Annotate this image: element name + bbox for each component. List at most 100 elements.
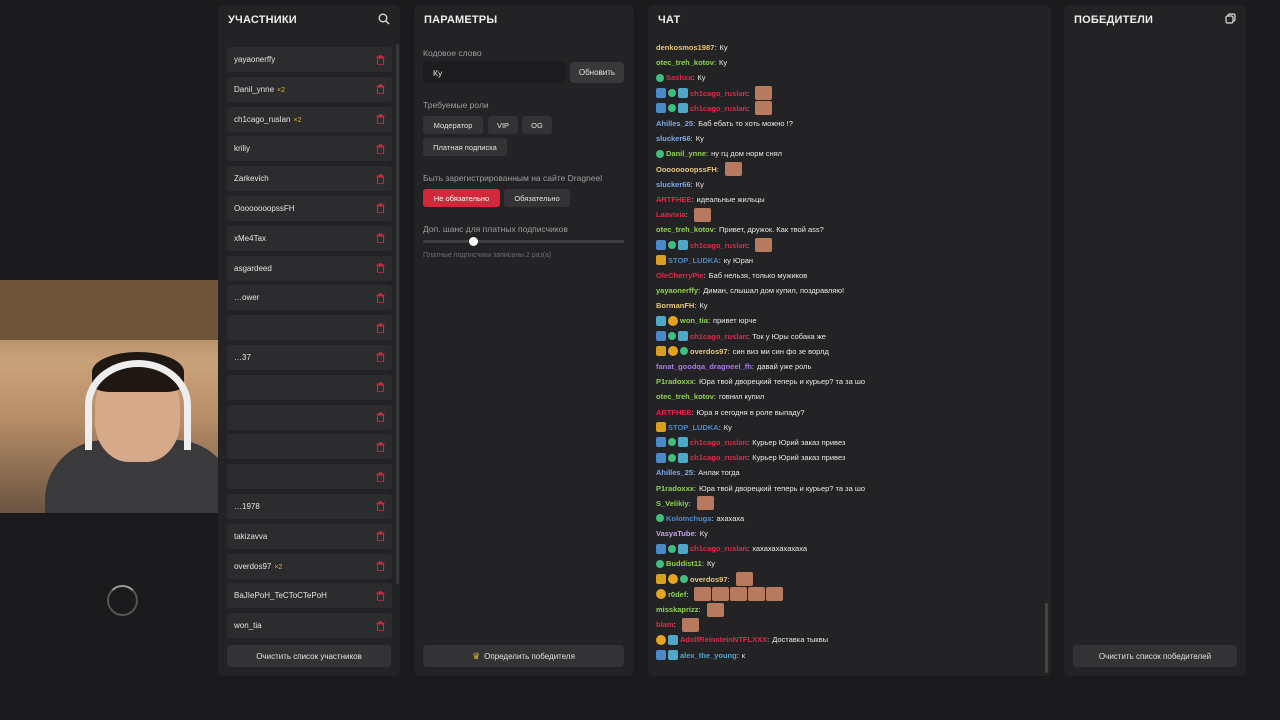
- chat-message: S_Velikiy:: [656, 496, 1048, 511]
- participant-item[interactable]: …ower: [227, 285, 392, 311]
- participant-item[interactable]: [227, 404, 392, 430]
- chat-username[interactable]: ch1cago_ruslan: [690, 241, 747, 250]
- chat-username[interactable]: misskaprizz: [656, 605, 699, 614]
- chat-username[interactable]: STOP_LUDKA: [668, 423, 719, 432]
- chat-username[interactable]: OleCherryPie: [656, 271, 704, 280]
- chat-username[interactable]: ARTFHEE: [656, 408, 691, 417]
- chat-username[interactable]: yayaonerffy: [656, 286, 698, 295]
- chat-username[interactable]: Sashxa: [666, 73, 692, 82]
- chat-username[interactable]: ch1cago_ruslan: [690, 332, 747, 341]
- chat-username[interactable]: alex_the_young: [680, 651, 737, 660]
- trash-icon[interactable]: [376, 352, 385, 363]
- chat-username[interactable]: otec_treh_kotov: [656, 225, 714, 234]
- role-og-chip[interactable]: OG: [522, 116, 552, 134]
- chat-username[interactable]: ch1cago_ruslan: [690, 453, 747, 462]
- participant-item[interactable]: Zarkevich: [227, 166, 392, 192]
- participant-item[interactable]: asgardeed: [227, 255, 392, 281]
- chat-username[interactable]: fanat_goodqa_dragneel_fh: [656, 362, 752, 371]
- chat-username[interactable]: Ahilles_25: [656, 468, 693, 477]
- chat-username[interactable]: ch1cago_ruslan: [690, 438, 747, 447]
- participant-item[interactable]: Danil_ynne ×2: [227, 76, 392, 102]
- update-button[interactable]: Обновить: [570, 62, 624, 83]
- trash-icon[interactable]: [376, 233, 385, 244]
- trash-icon[interactable]: [376, 412, 385, 423]
- participant-item[interactable]: [227, 315, 392, 341]
- chat-username[interactable]: otec_treh_kotov: [656, 58, 714, 67]
- search-icon[interactable]: [378, 13, 390, 28]
- chat-username[interactable]: BormanFH: [656, 301, 694, 310]
- chat-username[interactable]: ch1cago_ruslan: [690, 544, 747, 553]
- chat-username[interactable]: ch1cago_ruslan: [690, 89, 747, 98]
- participant-item[interactable]: [227, 464, 392, 490]
- trash-icon[interactable]: [376, 471, 385, 482]
- trash-icon[interactable]: [376, 442, 385, 452]
- slider-knob[interactable]: [468, 237, 478, 246]
- role-vip-chip[interactable]: VIP: [488, 116, 518, 134]
- trash-icon[interactable]: [376, 203, 385, 214]
- participants-scrollbar[interactable]: [396, 44, 399, 584]
- chat-username[interactable]: ARTFHEE: [656, 195, 691, 204]
- trash-icon[interactable]: [376, 173, 385, 184]
- chat-username[interactable]: Kolomchuga: [666, 514, 711, 523]
- trash-icon[interactable]: [376, 591, 385, 601]
- chat-username[interactable]: ch1cago_ruslan: [690, 104, 747, 113]
- participant-item[interactable]: [227, 434, 392, 460]
- reg-optional-button[interactable]: Не обязательно: [423, 189, 500, 207]
- participant-item[interactable]: won_tia: [227, 613, 392, 639]
- participant-item[interactable]: …1978: [227, 493, 392, 519]
- chat-username[interactable]: AdolfReinsteinNTFLXXX: [680, 635, 767, 644]
- trash-icon[interactable]: [376, 322, 385, 333]
- trash-icon[interactable]: [376, 54, 385, 65]
- participant-item[interactable]: BaJIePoH_TeCToCTePoH: [227, 583, 392, 609]
- copy-icon[interactable]: [1225, 13, 1236, 27]
- chat-username[interactable]: otec_treh_kotov: [656, 392, 714, 401]
- chat-username[interactable]: P1radoxxx: [656, 377, 694, 386]
- clear-winners-button[interactable]: Очистить список победителей: [1073, 645, 1237, 667]
- chat-username[interactable]: r0def: [668, 590, 686, 599]
- chat-username[interactable]: VasyaTube: [656, 529, 695, 538]
- chat-username[interactable]: slucker66: [656, 180, 691, 189]
- chat-username[interactable]: Danil_ynne: [666, 149, 706, 158]
- bonus-chance-slider[interactable]: [423, 237, 624, 246]
- chat-username[interactable]: won_tia: [680, 316, 708, 325]
- chat-username[interactable]: OooooooopssFH: [656, 165, 717, 174]
- chat-username[interactable]: P1radoxxx: [656, 484, 694, 493]
- participant-item[interactable]: yayaonerffy: [227, 47, 392, 72]
- chat-username[interactable]: STOP_LUDKA: [668, 256, 719, 265]
- trash-icon[interactable]: [376, 293, 385, 303]
- trash-icon[interactable]: [376, 84, 385, 95]
- pick-winner-button[interactable]: ♛ Определить победителя: [423, 645, 624, 667]
- participant-item[interactable]: OooooooopssFH: [227, 195, 392, 221]
- role-moderator-chip[interactable]: Модератор: [423, 116, 483, 134]
- participant-item[interactable]: takizavva: [227, 523, 392, 549]
- trash-icon[interactable]: [376, 114, 385, 125]
- chat-username[interactable]: overdos97: [690, 575, 728, 584]
- chat-username[interactable]: Buddist11: [666, 559, 702, 568]
- code-word-input[interactable]: Ку: [423, 62, 565, 83]
- participant-item[interactable]: ch1cago_ruslan ×2: [227, 106, 392, 132]
- clear-participants-button[interactable]: Очистить список участников: [227, 645, 391, 667]
- chat-username[interactable]: Laavixia: [656, 210, 686, 219]
- participant-item[interactable]: kriliy: [227, 136, 392, 162]
- trash-icon[interactable]: [376, 382, 385, 393]
- participant-item[interactable]: xMe4Tax: [227, 225, 392, 251]
- trash-icon[interactable]: [376, 620, 385, 631]
- chat-scrollbar[interactable]: [1045, 603, 1048, 673]
- chat-username[interactable]: denkosmos1987: [656, 43, 714, 52]
- trash-icon[interactable]: [376, 263, 385, 274]
- chat-username[interactable]: slucker66: [656, 134, 691, 143]
- trash-icon[interactable]: [376, 561, 385, 572]
- trash-icon[interactable]: [376, 501, 385, 512]
- reg-required-button[interactable]: Обязательно: [504, 189, 570, 207]
- participant-item[interactable]: overdos97 ×2: [227, 553, 392, 579]
- chat-username[interactable]: Ahilles_25: [656, 119, 693, 128]
- blue-badge-icon: [656, 650, 666, 661]
- chat-username[interactable]: blam: [656, 620, 674, 629]
- trash-icon[interactable]: [376, 144, 385, 154]
- participant-item[interactable]: …37: [227, 344, 392, 370]
- chat-username[interactable]: S_Velikiy: [656, 499, 689, 508]
- trash-icon[interactable]: [376, 531, 385, 542]
- chat-username[interactable]: overdos97: [690, 347, 728, 356]
- participant-item[interactable]: [227, 374, 392, 400]
- role-paid-sub-chip[interactable]: Платная подписка: [423, 138, 507, 156]
